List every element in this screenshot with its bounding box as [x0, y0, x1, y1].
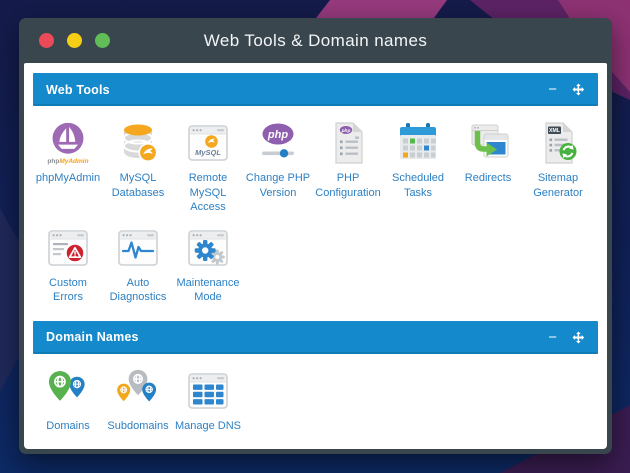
- tool-label: Manage DNS: [175, 419, 241, 434]
- svg-text:MySQL: MySQL: [195, 148, 221, 157]
- window-titlebar: Web Tools & Domain names: [19, 18, 612, 63]
- tool-label: Auto Diagnostics: [104, 276, 172, 305]
- svg-text:php: php: [341, 128, 351, 134]
- tool-subdomains[interactable]: Subdomains: [103, 366, 173, 434]
- section-web-tools: Web Tools −: [33, 73, 598, 307]
- minimize-button[interactable]: [67, 33, 82, 48]
- close-button[interactable]: [39, 33, 54, 48]
- svg-text:XML: XML: [549, 128, 561, 134]
- tool-label: Custom Errors: [34, 276, 102, 305]
- tool-label: Scheduled Tasks: [384, 171, 452, 200]
- tool-sitemap-generator[interactable]: XML Sitemap Generator: [523, 118, 593, 215]
- redirects-icon: [463, 118, 513, 168]
- auto-diagnostics-icon: [113, 223, 163, 273]
- tool-redirects[interactable]: Redirects: [453, 118, 523, 215]
- tool-custom-errors[interactable]: Custom Errors: [33, 223, 103, 305]
- change-php-version-icon: php: [253, 118, 303, 168]
- web-tools-header: Web Tools −: [33, 73, 598, 106]
- tool-auto-diagnostics[interactable]: Auto Diagnostics: [103, 223, 173, 305]
- subdomains-icon: [113, 366, 163, 416]
- collapse-icon[interactable]: −: [548, 330, 557, 345]
- remote-mysql-access-icon: MySQL: [183, 118, 233, 168]
- sitemap-generator-icon: XML: [533, 118, 583, 168]
- svg-text:php: php: [267, 129, 288, 141]
- tool-label: phpMyAdmin: [36, 171, 100, 186]
- tool-label: Remote MySQL Access: [174, 171, 242, 215]
- php-configuration-icon: php: [323, 118, 373, 168]
- custom-errors-icon: [43, 223, 93, 273]
- tool-remote-mysql-access[interactable]: MySQL Remote MySQL Access: [173, 118, 243, 215]
- collapse-icon[interactable]: −: [548, 82, 557, 97]
- tool-label: MySQL Databases: [104, 171, 172, 200]
- move-icon[interactable]: [572, 331, 585, 344]
- app-window: Web Tools & Domain names Web Tools −: [19, 18, 612, 454]
- tool-domains[interactable]: Domains: [33, 366, 103, 434]
- panel-content: Web Tools −: [24, 63, 607, 449]
- tool-change-php-version[interactable]: php Change PHP Version: [243, 118, 313, 215]
- zoom-button[interactable]: [95, 33, 110, 48]
- tool-php-configuration[interactable]: php PHP Configuration: [313, 118, 383, 215]
- web-tools-row-2: Custom Errors Auto Diagnostics: [33, 217, 598, 307]
- tool-label: Subdomains: [107, 419, 168, 434]
- tool-label: Domains: [46, 419, 89, 434]
- traffic-lights: [39, 18, 110, 63]
- tool-label: Change PHP Version: [244, 171, 312, 200]
- section-title: Domain Names: [46, 330, 139, 344]
- phpmyadmin-icon: phpMyAdmin: [43, 118, 93, 168]
- tool-mysql-databases[interactable]: MySQL Databases: [103, 118, 173, 215]
- tool-label: Maintenance Mode: [174, 276, 242, 305]
- mysql-databases-icon: [113, 118, 163, 168]
- domain-names-header: Domain Names −: [33, 321, 598, 354]
- domains-icon: [43, 366, 93, 416]
- tool-scheduled-tasks[interactable]: Scheduled Tasks: [383, 118, 453, 215]
- web-tools-row-1: phpMyAdmin phpMyAdmin: [33, 106, 598, 217]
- maintenance-mode-icon: [183, 223, 233, 273]
- tool-label: Sitemap Generator: [524, 171, 592, 200]
- section-domain-names: Domain Names −: [33, 321, 598, 436]
- tool-phpmyadmin[interactable]: phpMyAdmin phpMyAdmin: [33, 118, 103, 215]
- tool-maintenance-mode[interactable]: Maintenance Mode: [173, 223, 243, 305]
- domain-names-row: Domains: [33, 354, 598, 436]
- manage-dns-icon: [183, 366, 233, 416]
- tool-label: Redirects: [465, 171, 511, 186]
- move-icon[interactable]: [572, 83, 585, 96]
- tool-manage-dns[interactable]: Manage DNS: [173, 366, 243, 434]
- section-title: Web Tools: [46, 83, 110, 97]
- tool-label: PHP Configuration: [314, 171, 382, 200]
- scheduled-tasks-icon: [393, 118, 443, 168]
